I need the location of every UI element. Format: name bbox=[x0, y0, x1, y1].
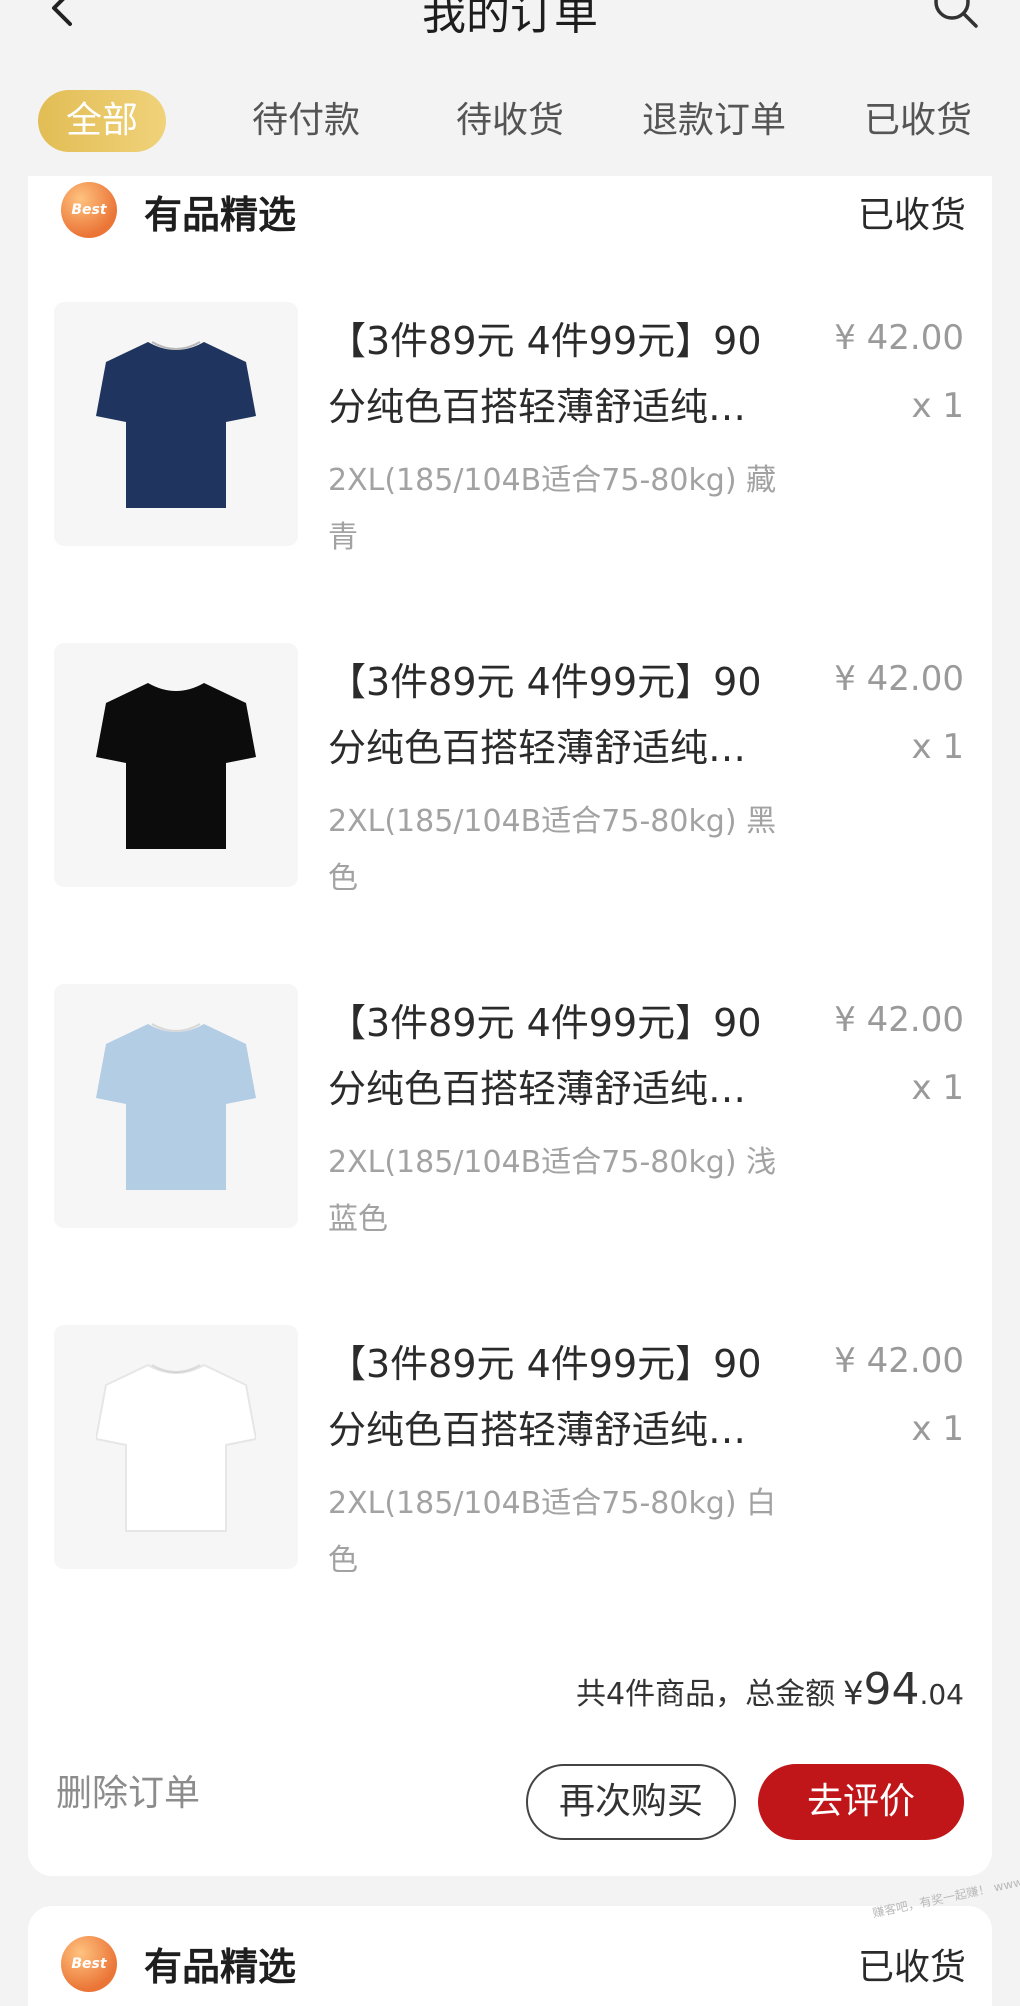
product-thumbnail[interactable] bbox=[54, 984, 298, 1228]
product-title[interactable]: 【3件89元 4件99元】90 分纯色百搭轻薄舒适纯… bbox=[328, 1331, 798, 1463]
product-spec: 2XL(185/104B适合75-80kg) 黑 色 bbox=[328, 804, 777, 896]
shop-logo: Best bbox=[61, 182, 117, 238]
product-thumbnail[interactable] bbox=[54, 643, 298, 887]
top-bar: 我的订单 bbox=[0, 0, 1020, 60]
order-status: 已收货 bbox=[857, 1947, 966, 1988]
write-review-button[interactable]: 去评价 bbox=[758, 1764, 964, 1840]
tab-all[interactable]: 全部 bbox=[38, 90, 166, 152]
order-item[interactable]: 【3件89元 4件99元】90 分纯色百搭轻薄舒适纯… 2XL(185/104B… bbox=[28, 643, 992, 896]
total-amount-decimal: .04 bbox=[919, 1678, 964, 1711]
shop-name[interactable]: 有品精选 bbox=[144, 184, 296, 239]
tab-pending-payment[interactable]: 待付款 bbox=[236, 90, 376, 152]
product-quantity: x 1 bbox=[911, 1409, 964, 1449]
tshirt-image bbox=[96, 1023, 256, 1190]
product-quantity: x 1 bbox=[911, 386, 964, 426]
product-price: ¥ 42.00 bbox=[834, 318, 964, 358]
total-label: 共4件商品，总金额 bbox=[576, 1677, 836, 1712]
order-item[interactable]: 【3件89元 4件99元】90 分纯色百搭轻薄舒适纯… 2XL(185/104B… bbox=[28, 302, 992, 555]
shop-name[interactable]: 有品精选 bbox=[144, 1936, 296, 1991]
tshirt-image bbox=[96, 1363, 256, 1532]
product-spec: 2XL(185/104B适合75-80kg) 白 色 bbox=[328, 1486, 777, 1578]
product-spec: 2XL(185/104B适合75-80kg) 藏 青 bbox=[328, 463, 777, 555]
product-thumbnail[interactable] bbox=[54, 1325, 298, 1569]
delete-order-button[interactable]: 删除订单 bbox=[56, 1764, 200, 1816]
tab-received[interactable]: 已收货 bbox=[858, 90, 978, 152]
product-price: ¥ 42.00 bbox=[834, 1000, 964, 1040]
page-title: 我的订单 bbox=[422, 0, 598, 40]
order-card[interactable]: Best 有品精选 已收货 bbox=[28, 1906, 992, 2006]
product-quantity: x 1 bbox=[911, 1068, 964, 1108]
tshirt-image bbox=[96, 682, 256, 849]
total-currency: ¥ bbox=[843, 1674, 864, 1712]
tab-refund-orders[interactable]: 退款订单 bbox=[636, 90, 792, 152]
order-status: 已收货 bbox=[857, 195, 966, 236]
product-quantity: x 1 bbox=[911, 727, 964, 767]
product-price: ¥ 42.00 bbox=[834, 659, 964, 699]
search-button[interactable] bbox=[928, 0, 984, 34]
order-item[interactable]: 【3件89元 4件99元】90 分纯色百搭轻薄舒适纯… 2XL(185/104B… bbox=[28, 984, 992, 1237]
product-thumbnail[interactable] bbox=[54, 302, 298, 546]
order-card[interactable]: Best 有品精选 已收货 【3件89元 4件99元】90 分纯色百搭轻薄舒适纯… bbox=[28, 176, 992, 1876]
total-amount-integer: 94 bbox=[863, 1664, 920, 1715]
order-item[interactable]: 【3件89元 4件99元】90 分纯色百搭轻薄舒适纯… 2XL(185/104B… bbox=[28, 1325, 992, 1578]
product-title[interactable]: 【3件89元 4件99元】90 分纯色百搭轻薄舒适纯… bbox=[328, 649, 798, 781]
product-spec: 2XL(185/104B适合75-80kg) 浅 蓝色 bbox=[328, 1145, 777, 1237]
shop-logo: Best bbox=[61, 1936, 117, 1992]
tab-pending-receipt[interactable]: 待收货 bbox=[440, 90, 580, 152]
tshirt-image bbox=[96, 341, 256, 508]
product-title[interactable]: 【3件89元 4件99元】90 分纯色百搭轻薄舒适纯… bbox=[328, 990, 798, 1122]
buy-again-button[interactable]: 再次购买 bbox=[526, 1764, 736, 1840]
search-icon bbox=[934, 0, 978, 28]
product-title[interactable]: 【3件89元 4件99元】90 分纯色百搭轻薄舒适纯… bbox=[328, 308, 798, 440]
order-total: 共4件商品，总金额 ¥94.04 bbox=[576, 1664, 964, 1715]
order-tabs: 全部 待付款 待收货 退款订单 已收货 bbox=[0, 90, 1020, 154]
product-price: ¥ 42.00 bbox=[834, 1341, 964, 1381]
